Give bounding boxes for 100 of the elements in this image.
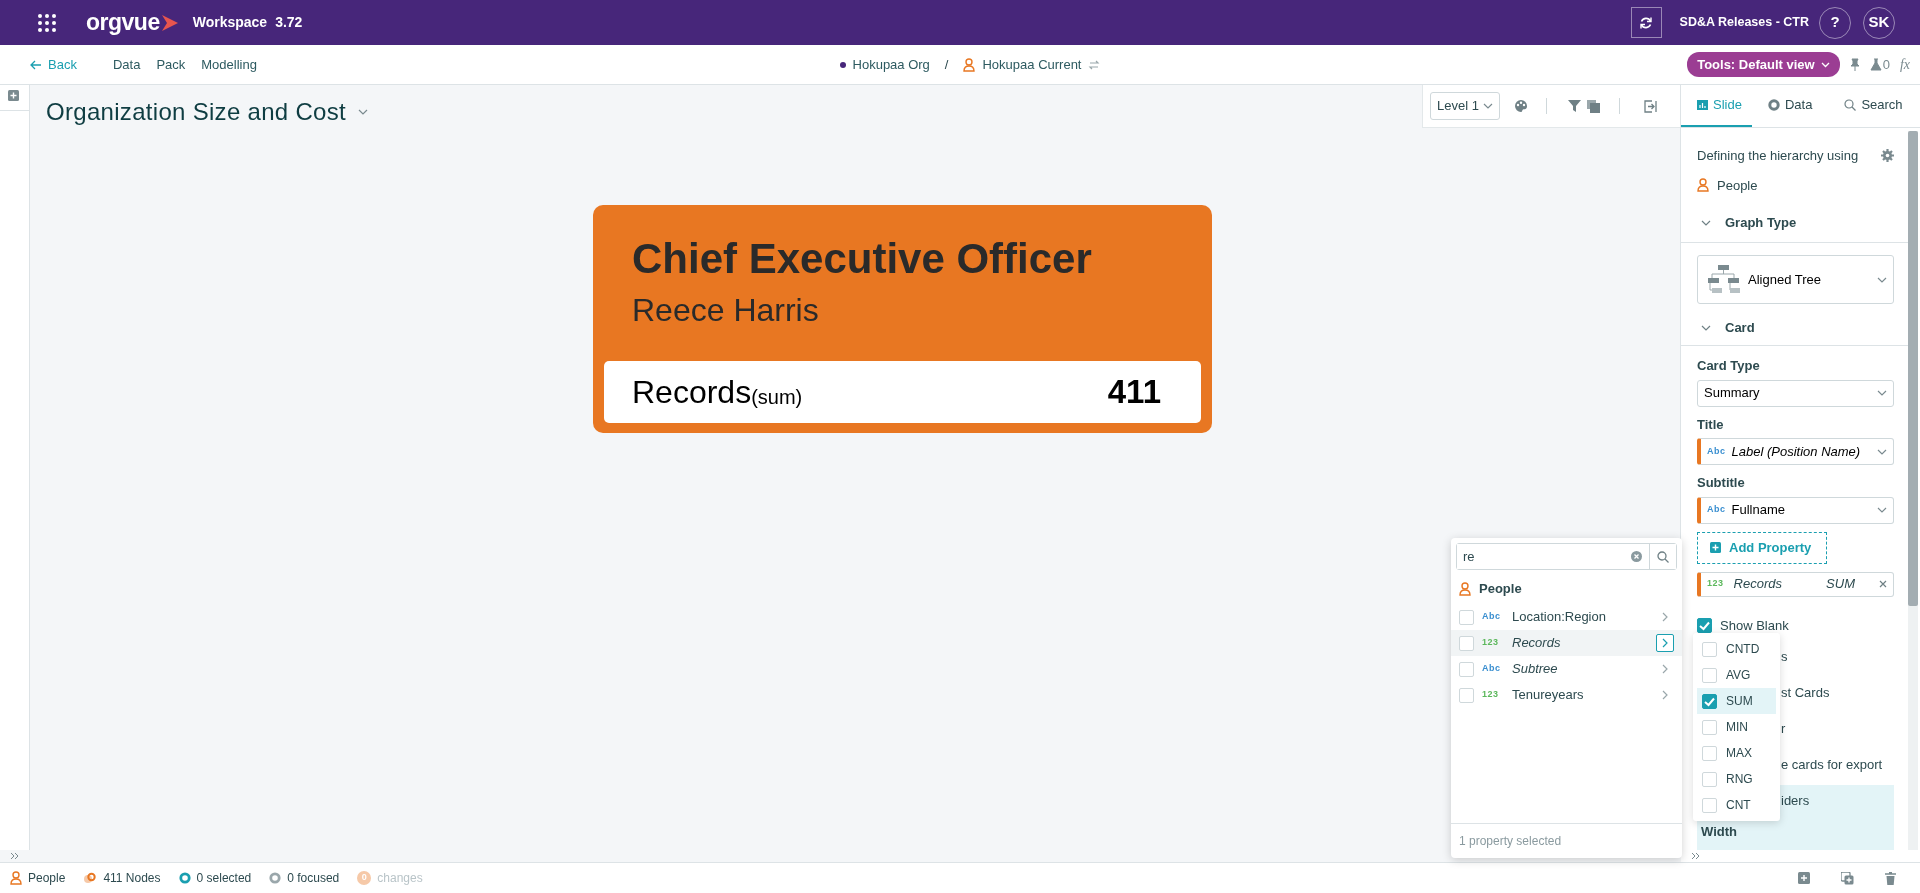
- refresh-button[interactable]: [1630, 7, 1662, 38]
- status-label: People: [28, 870, 66, 887]
- status-label: changes: [377, 870, 423, 887]
- checkbox[interactable]: [1702, 693, 1717, 709]
- menu-item[interactable]: MAX: [1697, 740, 1776, 766]
- ring-icon: [1767, 99, 1780, 111]
- tools-button[interactable]: Tools: Default view: [1687, 51, 1840, 78]
- group-label: People: [1479, 580, 1522, 599]
- trash-icon[interactable]: [1885, 871, 1896, 885]
- expand-icon[interactable]: [10, 852, 20, 860]
- close-icon[interactable]: [1879, 580, 1887, 588]
- field-value: Label (Position Name): [1731, 442, 1862, 461]
- swap-icon[interactable]: [1088, 58, 1101, 71]
- property-row[interactable]: Abc Subtree: [1451, 656, 1682, 682]
- add-icon[interactable]: [1798, 872, 1810, 884]
- title-select[interactable]: Abc Label (Position Name): [1697, 438, 1894, 465]
- section-title[interactable]: Card: [1725, 317, 1755, 338]
- clear-icon[interactable]: [1631, 551, 1642, 562]
- metric-value: 411: [1107, 372, 1161, 413]
- expand-button[interactable]: [1656, 634, 1674, 652]
- scrollbar[interactable]: [1908, 131, 1918, 850]
- card-title: Chief Executive Officer: [632, 235, 1093, 284]
- layers-icon[interactable]: [1586, 99, 1600, 113]
- search-field[interactable]: re: [1456, 543, 1677, 570]
- person-icon: [963, 57, 976, 72]
- checkbox[interactable]: [1697, 618, 1712, 633]
- chevron-right-icon: [1662, 690, 1668, 700]
- flask-count: 0: [1882, 55, 1890, 74]
- type-label: Abc: [1482, 610, 1502, 624]
- menu-item[interactable]: MIN: [1697, 714, 1776, 740]
- add-icon[interactable]: [8, 90, 19, 101]
- filter-icon[interactable]: [1567, 100, 1581, 112]
- property-row[interactable]: 123 Tenureyears: [1451, 682, 1682, 708]
- field-value: Fullname: [1731, 501, 1786, 520]
- search-icon: [1657, 550, 1669, 563]
- export-icon[interactable]: [1643, 99, 1657, 113]
- option-label: s: [1781, 647, 1788, 666]
- property-name: Records: [1733, 575, 1783, 594]
- property-row[interactable]: Abc Location:Region: [1451, 604, 1682, 630]
- nav-link[interactable]: Modelling: [201, 54, 257, 75]
- ring-icon: [269, 872, 282, 884]
- property-name: Records: [1512, 634, 1561, 653]
- search-button[interactable]: [1649, 544, 1676, 569]
- menu-item[interactable]: AVG: [1697, 662, 1776, 688]
- logo-text: orgvue: [86, 8, 160, 38]
- chevron-right-icon: [1662, 612, 1668, 622]
- status-label: 0 selected: [196, 870, 252, 887]
- palette-icon[interactable]: [1513, 99, 1528, 113]
- menu-item[interactable]: SUM: [1697, 688, 1776, 714]
- option-label: st Cards: [1781, 683, 1830, 702]
- ring-icon: [178, 872, 191, 884]
- menu-item[interactable]: CNTD: [1697, 636, 1776, 662]
- formula-button[interactable]: fx: [1899, 54, 1910, 75]
- metric-label: Records: [632, 373, 752, 412]
- subtitle-select[interactable]: Abc Fullname: [1697, 496, 1894, 524]
- menu-item[interactable]: CNT: [1697, 792, 1776, 818]
- hierarchy-source: People: [1717, 176, 1758, 195]
- settings-icon[interactable]: [1881, 149, 1894, 163]
- property-name: Subtree: [1512, 660, 1558, 679]
- panel-tab[interactable]: Search: [1826, 85, 1913, 127]
- type-label: 123: [1482, 636, 1500, 650]
- chevron-right-icon: [1662, 638, 1668, 648]
- expand-icon[interactable]: [1691, 852, 1701, 860]
- option-label: e cards for export: [1781, 755, 1883, 774]
- option-label: r: [1781, 719, 1786, 738]
- selection-summary: 1 property selected: [1459, 833, 1562, 850]
- pin-icon[interactable]: [1849, 57, 1860, 72]
- type-label: 123: [1707, 577, 1724, 591]
- slide-title: Organization Size and Cost: [46, 97, 346, 127]
- person-icon: [1697, 178, 1709, 193]
- nav-link[interactable]: Pack: [156, 54, 186, 75]
- product-name: Workspace: [192, 13, 268, 32]
- panel-tab[interactable]: Data: [1751, 85, 1827, 127]
- breadcrumb-separator: /: [944, 55, 949, 74]
- menu-item[interactable]: RNG: [1697, 766, 1776, 792]
- chevron-down-icon: [1877, 276, 1887, 283]
- aggregation-label: SUM: [1826, 575, 1855, 594]
- hierarchy-label: Defining the hierarchy using: [1697, 147, 1859, 165]
- property-row[interactable]: 123 Records: [1451, 630, 1682, 656]
- chevron-down-icon: [1877, 448, 1887, 455]
- type-label: 123: [1482, 688, 1500, 702]
- breadcrumb-link[interactable]: Hokupaa Current: [982, 54, 1082, 75]
- section-title[interactable]: Graph Type: [1725, 212, 1797, 233]
- field-label: Card Type: [1697, 357, 1761, 375]
- nav-link[interactable]: Data: [112, 54, 141, 75]
- duplicate-icon[interactable]: [1841, 871, 1854, 885]
- flask-icon[interactable]: [1869, 58, 1882, 71]
- option-label: Show Blank: [1720, 616, 1789, 635]
- chevron-icon[interactable]: [1701, 324, 1711, 331]
- chevron-down-icon: [1877, 507, 1887, 513]
- card-type-select[interactable]: Summary: [1697, 379, 1894, 407]
- level-select[interactable]: Level 1: [1430, 92, 1500, 120]
- field-label: Title: [1697, 415, 1725, 434]
- person-icon: [10, 871, 22, 885]
- chevron-icon[interactable]: [1701, 219, 1711, 226]
- breadcrumb-link[interactable]: Hokupaa Org: [852, 54, 930, 75]
- chart-icon: [1697, 100, 1708, 110]
- graph-type-select[interactable]: Aligned Tree: [1697, 255, 1894, 304]
- menu-icon[interactable]: [37, 12, 57, 33]
- chevron-down-icon: [1482, 103, 1493, 109]
